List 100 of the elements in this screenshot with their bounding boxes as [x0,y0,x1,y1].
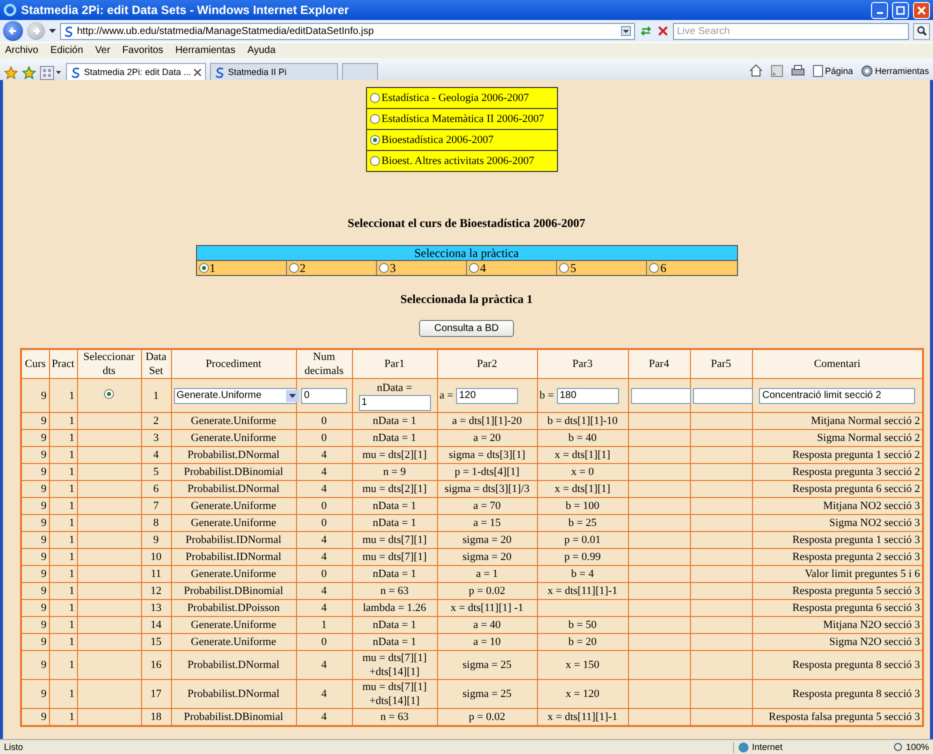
table-cell: Resposta pregunta 1 secció 2 [752,446,923,464]
table-cell: Resposta pregunta 5 secció 3 [752,582,923,600]
par1-field[interactable]: 1 [358,394,430,410]
table-cell: 1 [49,430,77,446]
table-cell: Probabilist.IDNormal [171,532,296,548]
query-button[interactable]: Consulta a BD [419,320,514,337]
column-header: Par2 [437,349,537,378]
comment-field[interactable]: Concentració limit secció 2 [759,388,916,404]
table-cell: Valor limit preguntes 5 i 6 [752,566,923,582]
table-cell: x = dts[11][1] -1 [437,600,537,616]
table-cell: 8 [141,514,171,532]
table-cell: Sigma Normal secció 2 [752,430,923,446]
menu-item[interactable]: Favoritos [122,45,164,56]
practice-option[interactable]: 5 [570,260,576,276]
table-cell: 1 [49,708,77,726]
table-cell: Probabilist.DBinomial [171,464,296,480]
practice-option[interactable]: 2 [300,260,306,276]
table-cell: Resposta falsa pregunta 5 secció 3 [752,708,923,726]
browser-tab[interactable]: Statmedia 2Pi: edit Data ... [66,63,206,80]
table-cell: 4 [141,446,171,464]
table-cell: b = 50 [537,616,628,634]
field-label: b = [540,389,554,401]
table-cell: 4 [296,446,352,464]
table-cell: 0 [296,566,352,582]
column-header: Par4 [628,349,690,378]
table-cell: nData = 1 [352,430,437,446]
table-cell: nData = 1 [352,616,437,634]
table-cell: Generate.Uniforme [171,616,296,634]
table-cell: Generate.Uniforme [171,498,296,514]
table-cell: Mitjana NO2 secció 3 [752,498,923,514]
table-cell: 1 [49,566,77,582]
table-cell: a = 10 [437,634,537,650]
table-cell: 1 [49,412,77,430]
table-cell: sigma = dts[3][1]/3 [437,480,537,498]
table-cell: mu = dts[7][1] [352,548,437,566]
par3-field[interactable]: 180 [556,388,619,404]
decimals-field[interactable]: 0 [301,388,347,404]
table-cell: b = 40 [537,430,628,446]
table-cell: Sigma NO2 secció 3 [752,514,923,532]
table-cell: b = dts[1][1]-10 [537,412,628,430]
table-cell: Resposta pregunta 3 secció 2 [752,464,923,480]
table-cell: 9 [21,634,49,650]
address-field[interactable]: http://www.ub.edu/statmedia/ManageStatmedia/editDataSetInfo.jsp [60,22,635,40]
table-cell: 9 [21,498,49,514]
table-cell: nData = 1 [352,514,437,532]
table-cell: a = dts[1][1]-20 [437,412,537,430]
menu-item[interactable]: Ver [95,45,110,56]
table-cell: Resposta pregunta 8 secció 3 [752,650,923,680]
table-cell: Probabilist.DNormal [171,480,296,498]
table-cell: b = 100 [537,498,628,514]
course-option[interactable]: Estadística Matemàtica II 2006-2007 [382,113,544,125]
table-cell: 0 [296,498,352,514]
tools-menu-button[interactable]: Herramientas [860,64,929,76]
table-cell: 15 [141,634,171,650]
table-cell: 9 [21,600,49,616]
table-cell: a = 20 [437,430,537,446]
practice-option[interactable]: 6 [660,260,666,276]
table-cell: nData = 1 [352,634,437,650]
menu-item[interactable]: Ayuda [247,45,276,56]
table-cell: 1 [141,378,171,412]
table-cell: a = 15 [437,514,537,532]
par2-field[interactable]: 120 [456,388,518,404]
browser-tab[interactable]: Statmedia II Pi [210,63,338,80]
table-cell: Probabilist.IDNormal [171,548,296,566]
table-cell: 1 [49,680,77,708]
table-cell: 2 [141,412,171,430]
table-cell: Probabilist.DBinomial [171,582,296,600]
table-cell: 1 [49,446,77,464]
table-cell: 1 [49,514,77,532]
page-menu-button[interactable]: Página [812,64,853,76]
table-cell: mu = dts[7][1] [352,532,437,548]
procedure-dropdown[interactable]: Generate.Uniforme [174,388,302,404]
course-option[interactable]: Bioest. Altres activitats 2006-2007 [382,155,534,167]
course-option[interactable]: Bioestadística 2006-2007 [382,134,494,146]
search-field[interactable]: Live Search [673,22,909,40]
course-option[interactable]: Estadística - Geologia 2006-2007 [382,92,530,104]
table-cell: Resposta pregunta 8 secció 3 [752,680,923,708]
table-cell: x = 120 [537,680,628,708]
table-cell: x = dts[1][1] [537,480,628,498]
table-cell: x = 150 [537,650,628,680]
table-cell: Generate.Uniforme [171,430,296,446]
table-cell: 9 [21,430,49,446]
menu-item[interactable]: Archivo [5,45,38,56]
table-cell: Generate.Uniforme [171,412,296,430]
table-cell: Probabilist.DBinomial [171,708,296,726]
zoom-level[interactable]: 100% [906,742,929,752]
practice-option[interactable]: 3 [390,260,396,276]
table-cell: x = 0 [537,464,628,480]
table-cell: Probabilist.DPoisson [171,600,296,616]
table-cell: 9 [21,480,49,498]
table-cell: nData = 1 [352,412,437,430]
table-cell: 4 [296,532,352,548]
table-cell: 10 [141,548,171,566]
table-cell: 1 [49,378,77,412]
practice-option[interactable]: 1 [210,260,216,276]
table-cell: b = 4 [537,566,628,582]
menu-item[interactable]: Edición [50,45,84,56]
menu-item[interactable]: Herramientas [175,45,236,56]
table-cell: x = dts[11][1]-1 [537,582,628,600]
practice-option[interactable]: 4 [480,260,486,276]
